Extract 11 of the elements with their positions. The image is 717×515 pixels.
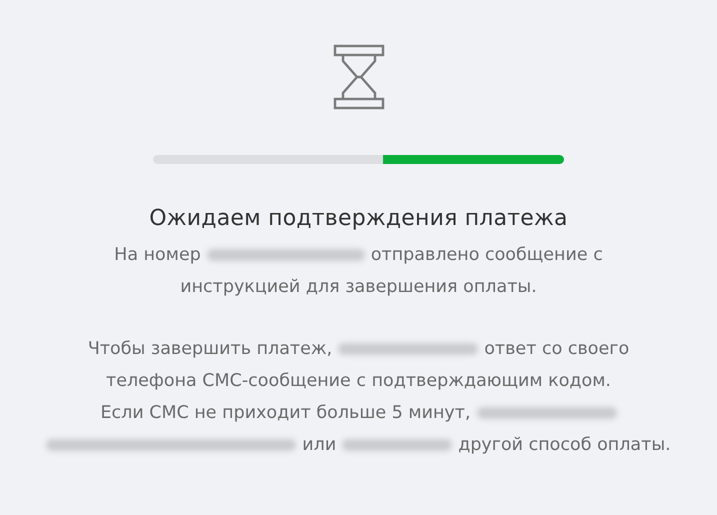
status-title: Ожидаем подтверждения платежа	[149, 205, 568, 233]
message-text: Чтобы завершить платеж,	[88, 338, 332, 361]
message-text: или	[302, 434, 336, 457]
message-text: На номер	[114, 244, 201, 267]
message-text: ответ со своего	[484, 338, 630, 361]
message-text: Если СМС не приходит больше 5 минут,	[100, 402, 471, 425]
message-text: телефона СМС-сообщение с подтверждающим кодом.	[106, 370, 611, 393]
message-text: другой способ оплаты.	[458, 434, 671, 457]
message-text: инструкцией для завершения оплаты.	[180, 276, 537, 299]
message-text: отправлено сообщение с	[370, 244, 603, 267]
hourglass-icon	[332, 44, 384, 110]
